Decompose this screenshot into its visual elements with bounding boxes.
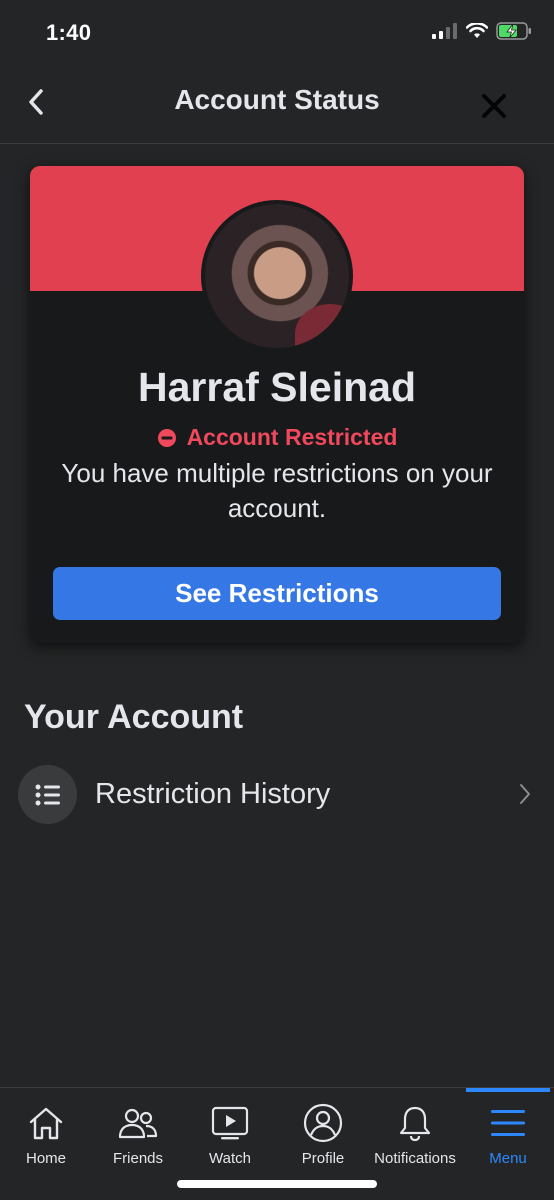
tab-notifications-label: Notifications <box>374 1150 456 1167</box>
bell-icon <box>399 1106 431 1142</box>
avatar-photo-detail <box>295 304 349 348</box>
tab-menu[interactable]: Menu <box>462 1088 554 1178</box>
tab-notifications[interactable]: Notifications <box>369 1088 461 1178</box>
page-title: Account Status <box>174 84 380 115</box>
profile-icon <box>303 1103 343 1143</box>
home-icon <box>29 1107 63 1140</box>
your-account-title: Your Account <box>24 698 244 736</box>
tab-home-label: Home <box>25 1150 66 1167</box>
menu-icon <box>491 1110 525 1136</box>
home-indicator <box>177 1180 377 1188</box>
restriction-description: You have multiple restrictions on your a… <box>61 458 493 523</box>
wifi-icon <box>466 23 488 38</box>
restricted-label: Account Restricted <box>186 424 398 450</box>
tab-friends-label: Friends <box>112 1150 164 1167</box>
status-icons <box>432 22 532 40</box>
status-time: 1:40 <box>46 20 92 45</box>
friends-icon <box>118 1108 158 1139</box>
watch-icon <box>211 1106 249 1140</box>
tab-home[interactable]: Home <box>0 1088 92 1178</box>
tab-watch[interactable]: Watch <box>184 1088 276 1178</box>
battery-charging-icon <box>496 22 531 40</box>
restricted-icon <box>157 428 176 447</box>
header: Account Status <box>0 66 554 144</box>
avatar[interactable] <box>201 200 353 352</box>
screen: 1:40 Account Status Harraf Sleinad Accou… <box>0 0 554 1200</box>
tab-profile[interactable]: Profile <box>277 1088 369 1178</box>
chevron-right-icon <box>520 784 530 804</box>
account-status-card: Harraf Sleinad Account Restricted You ha… <box>30 166 524 643</box>
restricted-status: Account Restricted <box>30 424 524 451</box>
restriction-history-label: Restriction History <box>95 778 331 810</box>
signal-icon <box>432 23 457 39</box>
profile-name: Harraf Sleinad <box>138 364 416 410</box>
tab-menu-label: Menu <box>489 1150 527 1167</box>
tab-profile-label: Profile <box>301 1150 345 1167</box>
tab-friends[interactable]: Friends <box>92 1088 184 1178</box>
tab-watch-label: Watch <box>209 1150 251 1167</box>
close-icon <box>482 94 506 118</box>
restriction-history-item[interactable]: Restriction History <box>0 762 554 828</box>
see-restrictions-button[interactable]: See Restrictions <box>53 567 501 620</box>
close-button[interactable] <box>478 90 510 122</box>
status-bar: 1:40 <box>0 0 554 66</box>
list-icon-wrap <box>18 765 77 824</box>
list-icon <box>35 784 60 805</box>
